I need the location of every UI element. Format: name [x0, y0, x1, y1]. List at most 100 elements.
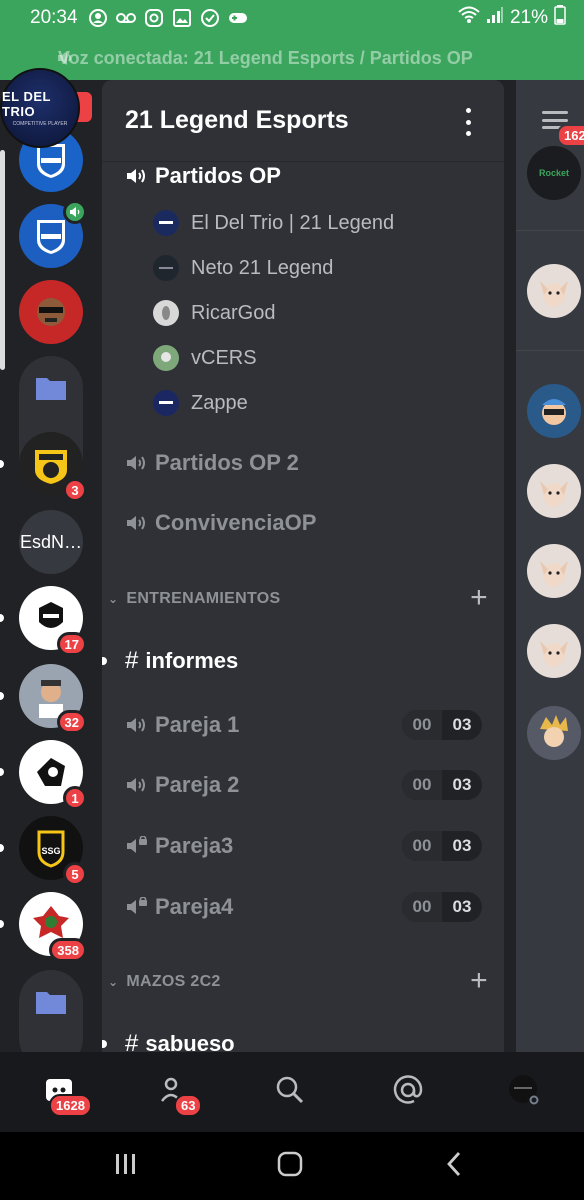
member-name: Zappe	[191, 391, 248, 414]
member-name: El Del Trio | 21 Legend	[191, 211, 395, 234]
member-avatar-chihuahua[interactable]	[527, 264, 581, 318]
speaker-locked-icon	[125, 834, 149, 858]
server-21-legend[interactable]	[19, 200, 87, 268]
back-button[interactable]	[434, 1151, 474, 1180]
channel-name: Pareja 1	[155, 712, 240, 737]
member-name: vCERS	[191, 346, 257, 369]
server-rail[interactable]: 3 EsdN… 17 32 1 SSG 5 358	[0, 80, 102, 1052]
recents-icon	[114, 1153, 138, 1180]
speaker-icon	[63, 200, 87, 224]
server-avatar-guy[interactable]: 32	[19, 664, 87, 734]
folder-icon	[19, 970, 83, 1034]
svg-text:SSG: SSG	[41, 846, 60, 856]
voice-member[interactable]: Zappe	[102, 384, 504, 422]
server-folder[interactable]	[19, 970, 83, 1052]
server-folder[interactable]: 3	[19, 356, 87, 502]
member-avatar-chihuahua[interactable]	[527, 544, 581, 598]
member-avatar-cartoon[interactable]	[527, 384, 581, 438]
at-mention-icon	[392, 1074, 424, 1111]
chevron-down-icon: ⌄	[108, 592, 119, 606]
server-gamer[interactable]	[19, 280, 83, 344]
status-right: 21%	[458, 5, 566, 31]
server-mask[interactable]: 17	[19, 586, 87, 656]
voice-member[interactable]: Neto 21 Legend	[102, 249, 504, 287]
member-avatar-rocket[interactable]: Rocket	[527, 146, 581, 200]
server-badge: 1	[63, 786, 87, 810]
unread-pill	[0, 844, 4, 852]
member-avatar	[153, 390, 179, 416]
profile-avatar	[507, 1073, 541, 1112]
server-badge: 358	[49, 938, 87, 962]
voice-member[interactable]: El Del Trio | 21 Legend	[102, 204, 504, 242]
server-badge: 32	[56, 710, 87, 734]
voice-channel-pareja-3[interactable]: Pareja3 00 03	[102, 824, 504, 868]
rail-scrollbar[interactable]	[0, 150, 5, 370]
member-name: RicarGod	[191, 301, 276, 324]
server-badge: 3	[63, 478, 87, 502]
member-avatar-chihuahua[interactable]	[527, 464, 581, 518]
category-entrenamientos[interactable]: ⌄ ENTRENAMIENTOS +	[102, 581, 504, 615]
friends-tab[interactable]: 63	[152, 1072, 203, 1117]
user-limit-counter: 00 03	[402, 710, 482, 740]
voice-member[interactable]: vCERS	[102, 339, 504, 377]
chevron-down-icon: ⌄	[108, 975, 119, 989]
home-tab[interactable]: 1628	[37, 1072, 92, 1117]
member-avatar	[153, 300, 179, 326]
channel-name: Partidos OP	[155, 163, 281, 188]
add-channel-icon[interactable]: +	[470, 581, 488, 615]
voice-channel-pareja-1[interactable]: Pareja 1 00 03	[102, 703, 504, 747]
speaker-icon	[125, 773, 149, 797]
speaker-icon	[125, 713, 149, 737]
server-aztlan[interactable]: 358	[19, 892, 87, 962]
server-esdn-label: EsdN…	[19, 510, 83, 574]
active-server-avatar[interactable]: EL DEL TRIO COMPETITIVE PLAYER	[0, 68, 80, 148]
status-time: 20:34	[30, 7, 78, 28]
unread-pill	[0, 768, 4, 776]
server-esdn[interactable]: EsdN…	[19, 510, 83, 574]
server-header[interactable]: 21 Legend Esports	[102, 80, 504, 162]
voice-channel-pareja-4[interactable]: Pareja4 00 03	[102, 885, 504, 929]
text-channel-sabueso[interactable]: # sabueso	[102, 1022, 504, 1052]
text-channel-informes[interactable]: # informes	[102, 639, 504, 683]
home-badge: 1628	[49, 1094, 92, 1117]
user-limit-counter: 00 03	[402, 831, 482, 861]
search-tab[interactable]	[268, 1072, 312, 1112]
recent-apps-button[interactable]	[106, 1152, 146, 1180]
member-list-strip: 162 Rocket	[516, 80, 584, 1052]
unread-pill	[0, 920, 4, 928]
speaker-icon	[125, 511, 149, 535]
voice-channel-pareja-2[interactable]: Pareja 2 00 03	[102, 763, 504, 807]
member-avatar	[153, 210, 179, 236]
voice-connected-text: Voz conectada: 21 Legend Esports / Parti…	[58, 47, 473, 68]
channel-name: ConvivenciaOP	[155, 510, 317, 535]
voice-channel-convivencia-op[interactable]: ConvivenciaOP	[102, 501, 504, 545]
system-nav-bar	[0, 1132, 584, 1200]
voice-channel-partidos-op-2[interactable]: Partidos OP 2	[102, 441, 504, 485]
speaker-locked-icon	[125, 895, 149, 919]
voice-channel-partidos-op[interactable]: Partidos OP	[102, 154, 504, 198]
active-server-subtitle: COMPETITIVE PLAYER	[12, 121, 68, 127]
home-button[interactable]	[270, 1151, 310, 1180]
category-mazos-2c2[interactable]: ⌄ MAZOS 2C2 +	[102, 964, 504, 998]
speaker-icon	[56, 49, 74, 72]
mentions-tab[interactable]	[386, 1072, 430, 1112]
signal-icon	[486, 6, 504, 30]
member-avatar-anime[interactable]	[527, 706, 581, 760]
server-world-royale[interactable]: 3	[19, 432, 87, 502]
more-options-icon[interactable]	[462, 108, 474, 136]
channel-name: Pareja 2	[155, 772, 240, 797]
voice-connected-bar[interactable]: Voz conectada: 21 Legend Esports / Parti…	[0, 36, 584, 80]
server-badge: 5	[63, 862, 87, 886]
wifi-icon	[458, 6, 480, 30]
channel-name: sabueso	[145, 1031, 235, 1052]
status-bar: 20:34 21%	[0, 0, 584, 36]
profile-tab[interactable]	[502, 1072, 546, 1112]
user-limit-counter: 00 03	[402, 892, 482, 922]
voicemail-icon	[115, 9, 136, 27]
hash-icon: #	[125, 647, 139, 674]
server-ssg[interactable]: SSG 5	[19, 816, 87, 886]
add-channel-icon[interactable]: +	[470, 964, 488, 998]
server-warrior[interactable]: 1	[19, 740, 87, 810]
voice-member[interactable]: RicarGod	[102, 294, 504, 332]
member-avatar-chihuahua[interactable]	[527, 624, 581, 678]
